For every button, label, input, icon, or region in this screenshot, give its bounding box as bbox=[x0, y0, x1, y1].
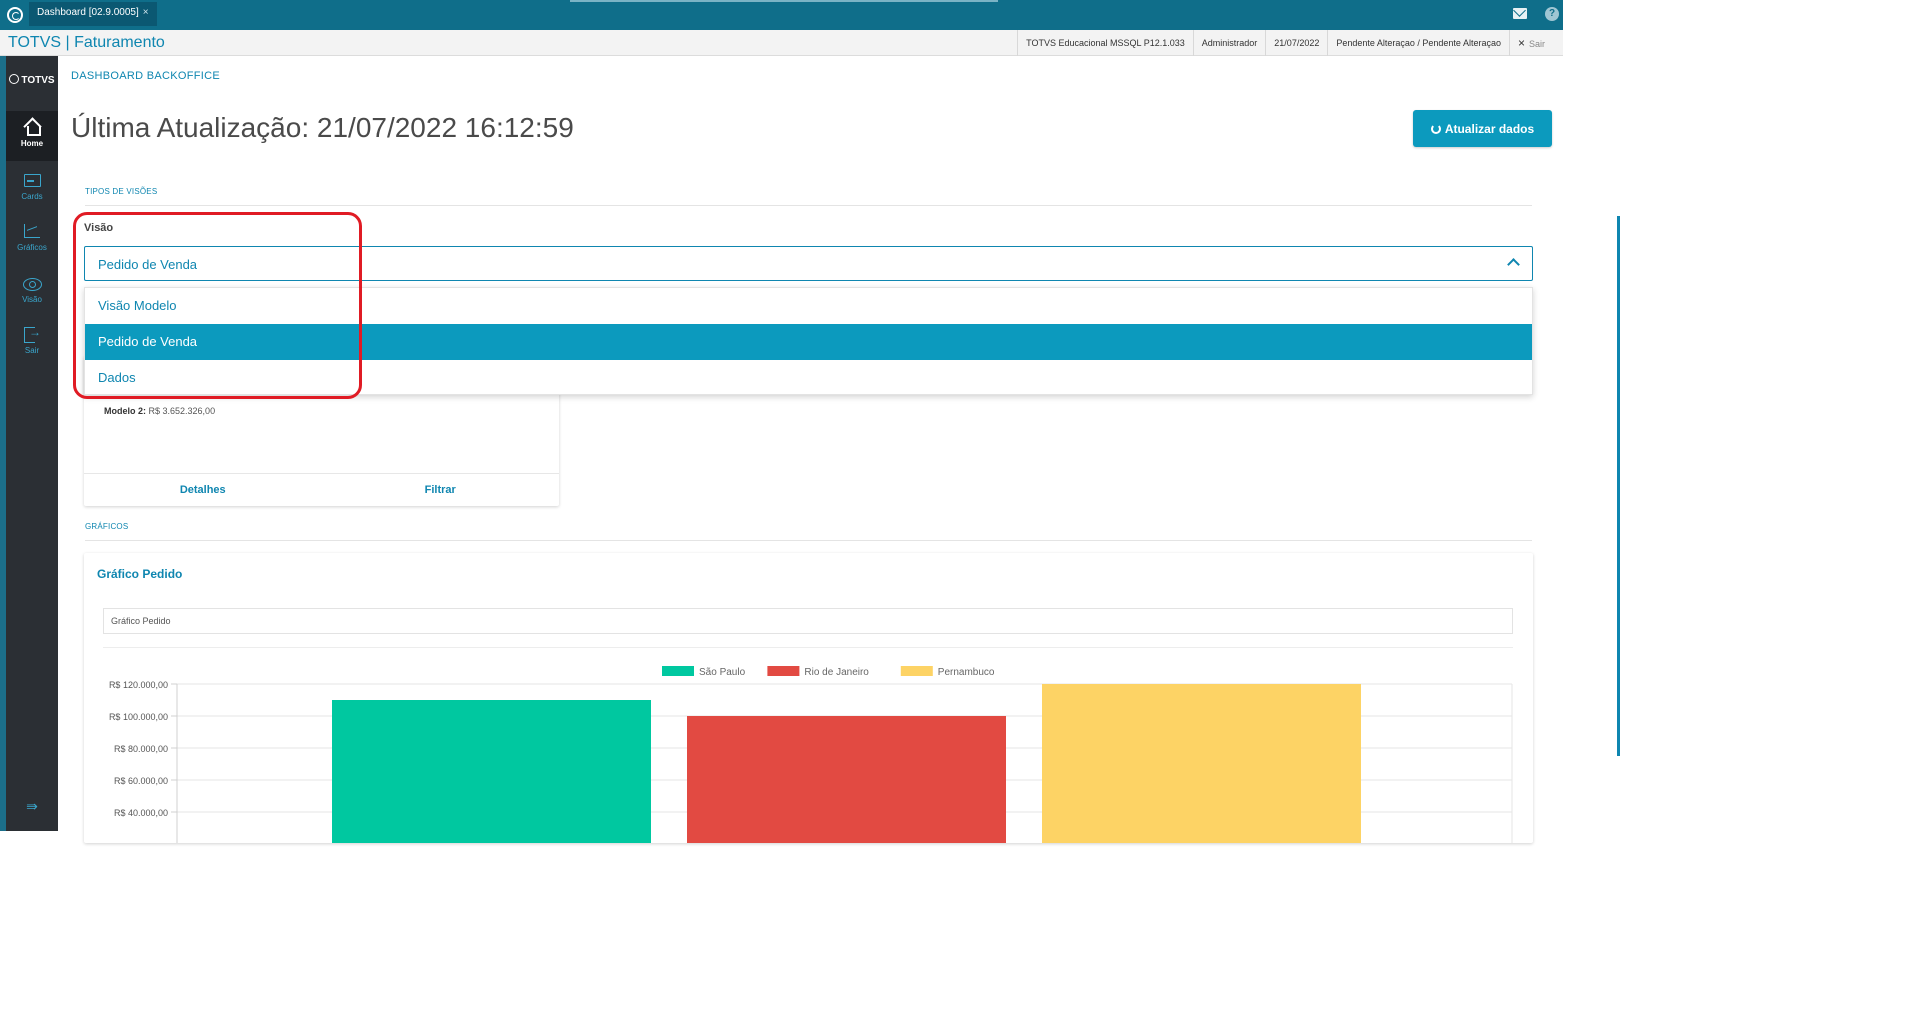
refresh-label: Atualizar dados bbox=[1444, 121, 1535, 136]
y-tick-label: R$ 80.000,00 bbox=[114, 744, 168, 754]
app-title: TOTVS | Faturamento bbox=[8, 34, 165, 51]
home-icon bbox=[23, 119, 41, 136]
side-nav: TOTVS Home Cards Gráficos Visão Sair ⇛ bbox=[0, 56, 58, 831]
section-charts-label: GRÁFICOS bbox=[85, 522, 129, 531]
section-divider bbox=[85, 205, 1532, 206]
user-label: Administrador bbox=[1192, 30, 1266, 56]
sidebar-item-cards[interactable]: Cards bbox=[6, 164, 58, 214]
tab-dashboard[interactable]: Dashboard [02.9.0005] × bbox=[29, 2, 157, 26]
top-divider bbox=[570, 0, 998, 2]
refresh-icon bbox=[1430, 123, 1441, 134]
model2-amount: R$ 3.652.326,00 bbox=[148, 406, 216, 416]
bar-rio-de-janeiro bbox=[687, 716, 1006, 843]
exit-icon bbox=[23, 325, 41, 343]
sidebar-item-visao[interactable]: Visão bbox=[6, 267, 58, 317]
refresh-data-button[interactable]: Atualizar dados bbox=[1413, 110, 1552, 147]
eye-icon bbox=[23, 275, 42, 291]
y-tick-label: R$ 60.000,00 bbox=[114, 776, 168, 786]
sidebar-item-home[interactable]: Home bbox=[6, 111, 58, 161]
close-icon: × bbox=[1517, 35, 1525, 50]
chart-title: Gráfico Pedido bbox=[97, 567, 183, 581]
tab-label: Dashboard [02.9.0005] bbox=[37, 7, 139, 18]
bar-pernambuco bbox=[1042, 684, 1361, 843]
chart-separator bbox=[103, 647, 1513, 648]
chart-card: Gráfico Pedido Gráfico Pedido São Paulo R… bbox=[84, 553, 1533, 843]
mail-icon[interactable] bbox=[1513, 8, 1527, 19]
cards-icon bbox=[23, 172, 41, 188]
details-link[interactable]: Detalhes bbox=[84, 474, 322, 506]
status-label: Pendente Alteraçao / Pendente Alteraçao bbox=[1327, 30, 1509, 56]
legend-swatch bbox=[767, 666, 800, 676]
legend-swatch bbox=[662, 666, 694, 676]
legend-label: Pernambuco bbox=[938, 667, 995, 678]
brand-logo: TOTVS bbox=[6, 74, 58, 86]
model2-label: Modelo 2: bbox=[104, 406, 146, 416]
header-info: TOTVS Educacional MSSQL P12.1.033 Admini… bbox=[1017, 29, 1553, 57]
y-tick-label: R$ 40.000,00 bbox=[114, 808, 168, 818]
date-label: 21/07/2022 bbox=[1265, 30, 1327, 56]
chart-filter-field[interactable]: Gráfico Pedido bbox=[103, 608, 1513, 634]
bar-chart: São Paulo Rio de Janeiro Pernambuco R$ 120.… bbox=[109, 666, 1513, 843]
chevron-up-icon bbox=[1507, 258, 1520, 271]
sidebar-item-label: Cards bbox=[21, 192, 43, 201]
help-icon[interactable]: ? bbox=[1545, 7, 1559, 21]
filter-link[interactable]: Filtrar bbox=[322, 474, 560, 506]
breadcrumb: DASHBOARD BACKOFFICE bbox=[71, 70, 221, 82]
section-views-label: TIPOS DE VISÕES bbox=[85, 187, 158, 196]
scrollbar[interactable] bbox=[1617, 216, 1620, 756]
bar-são-paulo bbox=[332, 700, 651, 843]
app-logo-icon[interactable] bbox=[7, 7, 23, 23]
sidebar-item-label: Sair bbox=[24, 346, 40, 355]
page-title: Última Atualização: 21/07/2022 16:12:59 bbox=[71, 112, 574, 143]
legend-swatch bbox=[900, 666, 933, 676]
card-actions: Detalhes Filtrar bbox=[84, 473, 559, 506]
legend-label: Rio de Janeiro bbox=[804, 667, 869, 678]
sidebar-item-label: Gráficos bbox=[17, 243, 47, 252]
top-tab-bar: Dashboard [02.9.0005] × ? bbox=[0, 0, 1563, 30]
section-divider bbox=[85, 540, 1532, 541]
brand-label: TOTVS bbox=[21, 75, 55, 86]
logout-label: Sair bbox=[1528, 38, 1545, 49]
y-tick-label: R$ 100.000,00 bbox=[109, 712, 168, 722]
sidebar-item-sair[interactable]: Sair bbox=[6, 318, 58, 368]
tab-close-icon[interactable]: × bbox=[143, 7, 149, 18]
model2-value: Modelo 2: R$ 3.652.326,00 bbox=[104, 406, 215, 416]
totvs-logo-icon bbox=[9, 74, 20, 84]
environment-label: TOTVS Educacional MSSQL P12.1.033 bbox=[1017, 30, 1193, 56]
y-tick-label: R$ 120.000,00 bbox=[109, 680, 168, 690]
chart-icon bbox=[23, 223, 41, 239]
collapse-menu-icon[interactable]: ⇛ bbox=[6, 798, 58, 815]
app-header: TOTVS | Faturamento TOTVS Educacional MS… bbox=[0, 29, 1563, 57]
sidebar-item-graficos[interactable]: Gráficos bbox=[6, 215, 58, 265]
sidebar-item-label: Home bbox=[20, 139, 44, 148]
main-content: DASHBOARD BACKOFFICE Última Atualização:… bbox=[58, 56, 1620, 843]
sidebar-item-label: Visão bbox=[22, 295, 42, 304]
legend-label: São Paulo bbox=[699, 667, 746, 678]
highlight-annotation bbox=[73, 212, 362, 399]
logout-button[interactable]: × Sair bbox=[1508, 29, 1553, 57]
